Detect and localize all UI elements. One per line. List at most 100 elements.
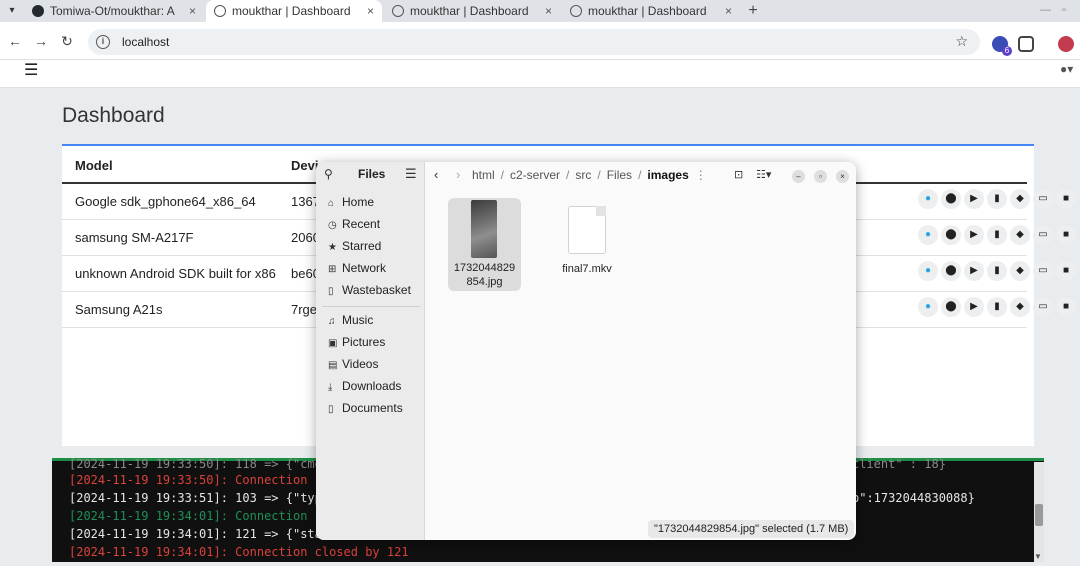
search-icon[interactable]: ⚲ [324, 167, 333, 181]
file-icon[interactable]: ▮ [987, 225, 1007, 245]
browser-tab[interactable]: moukthar | Dashboard × [562, 0, 740, 22]
user-menu-icon[interactable]: ●▾ [1060, 62, 1073, 76]
sidebar-header: ⚲ Files ☰ [316, 162, 424, 188]
browser-tab[interactable]: Tomiwa-Ot/moukthar: A × [24, 0, 204, 22]
file-icon[interactable]: ▮ [987, 261, 1007, 281]
bell-icon[interactable]: ◆ [1010, 297, 1030, 317]
sidebar-item-label: Network [342, 261, 387, 275]
tab-search-chevron-icon[interactable]: ▾ [4, 3, 20, 19]
mic-icon[interactable]: ● [918, 297, 938, 317]
mic-icon[interactable]: ● [918, 225, 938, 245]
view-list-icon[interactable]: ☷▾ [756, 168, 771, 181]
location-icon[interactable]: ⬤ [941, 261, 961, 281]
trash-icon: ▯ [328, 286, 334, 297]
sidebar-item-home[interactable]: ⌂ Home [328, 195, 374, 209]
back-arrow-icon[interactable]: ← [6, 32, 24, 50]
browser-tab-active[interactable]: moukthar | Dashboard × [206, 0, 382, 22]
monitor-icon[interactable]: ▭ [1033, 225, 1053, 245]
monitor-icon[interactable]: ▭ [1033, 261, 1053, 281]
sidebar-item-starred[interactable]: ★ Starred [328, 239, 381, 253]
forward-arrow-icon[interactable]: → [32, 32, 50, 50]
video-icon[interactable]: ■ [1056, 225, 1076, 245]
sidebar-item-pictures[interactable]: ▣ Pictures [328, 335, 385, 349]
tab-label: Tomiwa-Ot/moukthar: A [50, 4, 175, 18]
log-line: [2024-11-19 19:34:01]: Connection [69, 509, 308, 523]
bell-icon[interactable]: ◆ [1010, 189, 1030, 209]
main-menu-icon[interactable]: ☰ [405, 166, 417, 182]
bookmark-star-icon[interactable]: ☆ [955, 33, 968, 50]
maximize-icon[interactable]: ▫ [1062, 4, 1066, 16]
browser-tab[interactable]: moukthar | Dashboard × [384, 0, 560, 22]
forward-chevron-icon[interactable]: › [456, 167, 460, 182]
files-sidebar: ⚲ Files ☰ ⌂ Home ◷ Recent ★ Starred ⊞ Networ… [316, 162, 425, 540]
download-icon: ⤓ [328, 382, 333, 393]
bell-icon[interactable]: ◆ [1010, 225, 1030, 245]
mic-icon[interactable]: ● [918, 261, 938, 281]
log-line: [2024-11-19 19:33:50]: Connection [69, 473, 308, 487]
sidebar-item-documents[interactable]: ▯ Documents [328, 401, 403, 415]
document-file-icon [568, 206, 606, 254]
sidebar-item-videos[interactable]: ▤ Videos [328, 357, 378, 371]
globe-icon [570, 5, 582, 17]
sidebar-item-recent[interactable]: ◷ Recent [328, 217, 380, 231]
monitor-icon[interactable]: ▭ [1033, 189, 1053, 209]
selection-status: "1732044829854.jpg" selected (1.7 MB) [648, 520, 855, 538]
play-icon[interactable]: ▶ [964, 261, 984, 281]
mic-icon[interactable]: ● [918, 189, 938, 209]
sidebar-item-label: Wastebasket [342, 283, 411, 297]
file-icon[interactable]: ▮ [987, 297, 1007, 317]
sidebar-item-wastebasket[interactable]: ▯ Wastebasket [328, 283, 411, 297]
breadcrumb: html / c2-server / src / Files / images ⋮ [472, 168, 713, 182]
video-icon[interactable]: ■ [1056, 261, 1076, 281]
breadcrumb-item[interactable]: html [472, 168, 495, 182]
extension-icon[interactable]: 6 [992, 36, 1012, 56]
log-line: [2024-11-19 19:34:01]: Connection closed… [69, 545, 409, 559]
file-item-selected[interactable]: 1732044829 854.jpg [448, 198, 521, 291]
location-icon[interactable]: ⬤ [941, 189, 961, 209]
location-icon[interactable]: ⬤ [941, 297, 961, 317]
network-icon: ⊞ [328, 264, 337, 275]
file-icon[interactable]: ▮ [987, 189, 1007, 209]
location-icon[interactable]: ⬤ [941, 225, 961, 245]
new-tab-button[interactable]: + [744, 0, 762, 22]
file-name: 1732044829 854.jpg [453, 262, 516, 288]
sidebar-item-downloads[interactable]: ⤓ Downloads [328, 379, 401, 393]
folder-menu-icon[interactable]: ⋮ [689, 168, 713, 182]
extensions-puzzle-icon[interactable] [1018, 36, 1034, 52]
play-icon[interactable]: ▶ [964, 297, 984, 317]
site-info-icon[interactable]: i [96, 35, 110, 49]
video-icon[interactable]: ■ [1056, 297, 1076, 317]
address-bar[interactable]: i localhost ☆ [88, 29, 980, 55]
breadcrumb-item[interactable]: src [575, 168, 591, 182]
back-chevron-icon[interactable]: ‹ [434, 167, 438, 182]
profile-avatar-icon[interactable] [1058, 36, 1074, 52]
bell-icon[interactable]: ◆ [1010, 261, 1030, 281]
tab-close-icon[interactable]: × [361, 4, 374, 18]
minimize-icon[interactable]: – [792, 170, 805, 183]
tab-close-icon[interactable]: × [719, 4, 732, 18]
maximize-icon[interactable]: ▫ [814, 170, 827, 183]
monitor-icon[interactable]: ▭ [1033, 297, 1053, 317]
files-header-bar: ‹ › html / c2-server / src / Files / images ⋮ ⊡ ☷… [426, 162, 856, 190]
file-item[interactable]: final7.mkv [552, 202, 622, 282]
tab-close-icon[interactable]: × [183, 4, 196, 18]
url-text[interactable]: localhost [122, 35, 169, 49]
hamburger-menu-icon[interactable]: ☰ [24, 60, 38, 80]
reload-icon[interactable]: ↻ [58, 32, 76, 50]
sidebar-item-music[interactable]: ♫ Music [328, 313, 373, 327]
video-icon[interactable]: ■ [1056, 189, 1076, 209]
console-scrollbar-thumb[interactable] [1035, 504, 1043, 526]
play-icon[interactable]: ▶ [964, 225, 984, 245]
breadcrumb-item[interactable]: c2-server [510, 168, 560, 182]
play-icon[interactable]: ▶ [964, 189, 984, 209]
breadcrumb-item[interactable]: Files [607, 168, 632, 182]
music-icon: ♫ [328, 316, 336, 327]
breadcrumb-current[interactable]: images [647, 168, 688, 182]
close-icon[interactable]: × [836, 170, 849, 183]
model-cell: samsung SM-A217F [75, 230, 194, 245]
scroll-down-arrow-icon[interactable]: ▼ [1034, 552, 1042, 561]
minimize-icon[interactable]: — [1040, 4, 1051, 16]
sidebar-item-network[interactable]: ⊞ Network [328, 261, 386, 275]
tab-close-icon[interactable]: × [539, 4, 552, 18]
new-folder-icon[interactable]: ⊡ [734, 168, 743, 181]
